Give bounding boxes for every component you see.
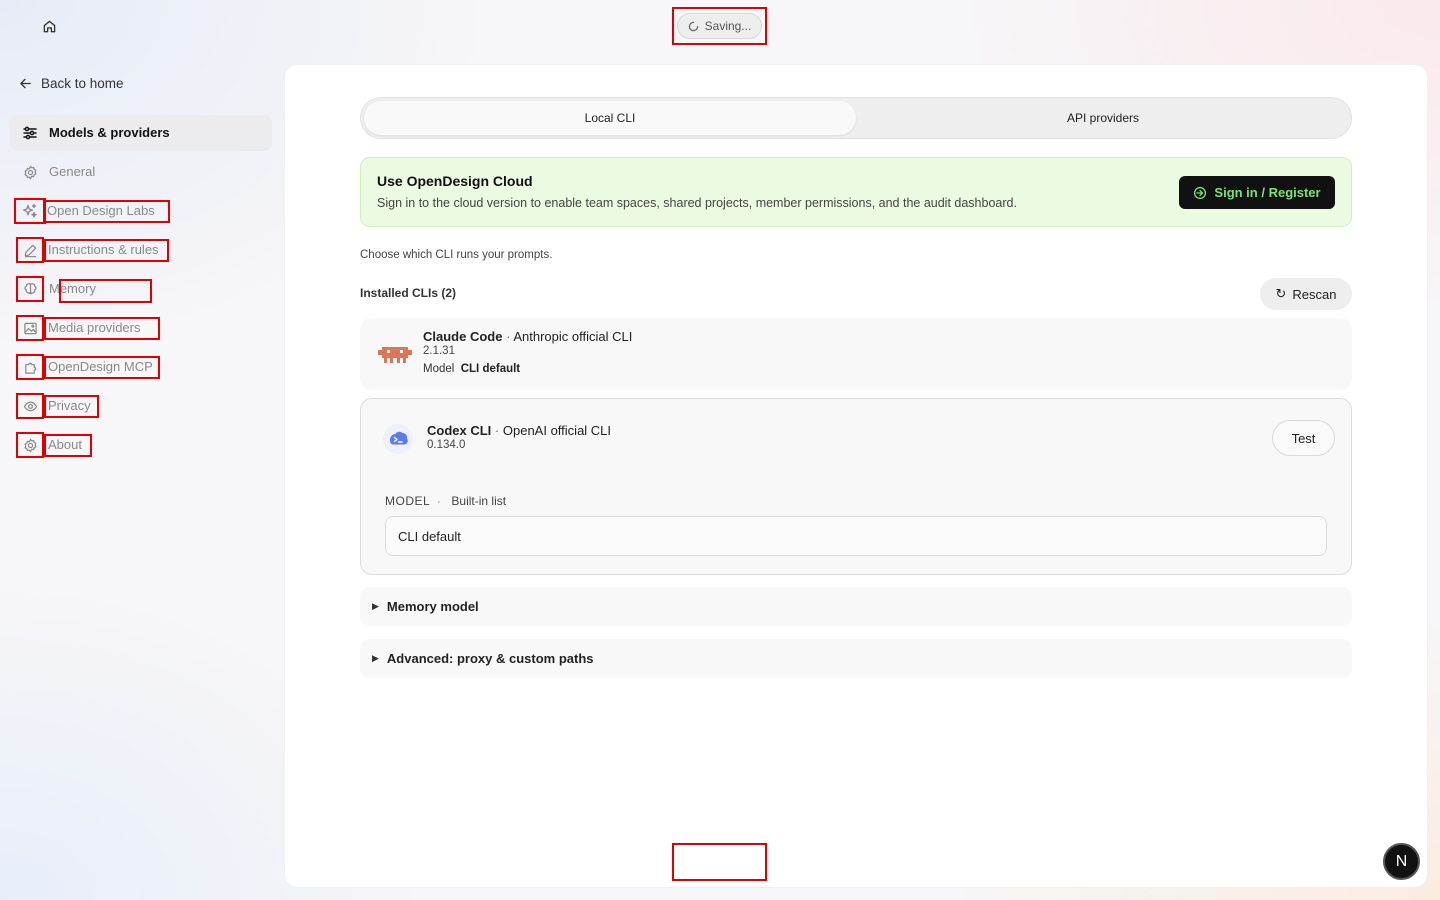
spinner-icon bbox=[688, 21, 698, 31]
cloud-banner-description: Sign in to the cloud version to enable t… bbox=[377, 196, 1017, 210]
cli-title: Codex CLI · OpenAI official CLI bbox=[427, 423, 612, 438]
sidebar-item-models-providers[interactable]: Models & providers bbox=[10, 115, 272, 151]
sign-in-register-button[interactable]: Sign in / Register bbox=[1179, 176, 1335, 209]
cli-card-codex[interactable]: Codex CLI · OpenAI official CLI 0.134.0 … bbox=[360, 398, 1352, 575]
gear-icon bbox=[19, 161, 41, 183]
cloud-banner: Use OpenDesign Cloud Sign in to the clou… bbox=[360, 157, 1352, 227]
sidebar-item-privacy[interactable]: Privacy bbox=[10, 388, 272, 424]
sidebar-item-media-providers[interactable]: Media providers bbox=[10, 310, 272, 346]
refresh-icon: ↻ bbox=[1275, 286, 1287, 301]
cli-description: OpenAI official CLI bbox=[502, 423, 612, 438]
tab-local-cli[interactable]: Local CLI bbox=[364, 101, 856, 135]
saving-status: Saving... bbox=[676, 13, 763, 39]
dev-tools-badge[interactable]: N bbox=[1383, 843, 1420, 880]
settings-panel: Local CLI API providers Use OpenDesign C… bbox=[285, 65, 1427, 887]
cli-name: Codex CLI bbox=[427, 423, 492, 438]
triangle-right-icon: ▶ bbox=[372, 653, 379, 663]
memory-label-highlight bbox=[59, 279, 152, 303]
codex-logo-icon bbox=[382, 423, 414, 460]
cli-title: Claude Code · Anthropic official CLI bbox=[423, 329, 633, 344]
claude-code-logo-icon bbox=[378, 344, 412, 369]
home-icon bbox=[43, 20, 55, 32]
cli-model-row: Model CLI default bbox=[423, 363, 520, 375]
cli-description: Anthropic official CLI bbox=[513, 329, 633, 344]
cli-version: 0.134.0 bbox=[427, 439, 466, 451]
triangle-right-icon: ▶ bbox=[372, 601, 379, 611]
rescan-label: Rescan bbox=[1292, 286, 1337, 302]
sparkles-icon bbox=[14, 198, 46, 224]
image-icon bbox=[16, 315, 44, 341]
cli-model-value: CLI default bbox=[460, 363, 521, 375]
home-button[interactable] bbox=[38, 15, 60, 37]
sidebar-item-label: OpenDesign MCP bbox=[44, 356, 160, 379]
bottom-highlight-box bbox=[672, 843, 767, 881]
back-to-home-label: Back to home bbox=[41, 75, 124, 91]
cli-model-key: Model bbox=[423, 363, 455, 375]
model-select[interactable]: CLI default bbox=[385, 516, 1327, 556]
sidebar-item-opendesign-mcp[interactable]: OpenDesign MCP bbox=[10, 349, 272, 385]
arrow-left-icon bbox=[20, 78, 31, 88]
cli-version: 2.1.31 bbox=[423, 345, 455, 357]
back-to-home-link[interactable]: Back to home bbox=[19, 73, 124, 93]
puzzle-icon bbox=[16, 354, 44, 380]
sliders-icon bbox=[19, 122, 41, 144]
saving-status-highlight: Saving... bbox=[672, 7, 767, 45]
sidebar-item-label: Models & providers bbox=[49, 125, 170, 140]
memory-model-label: Memory model bbox=[386, 599, 479, 614]
advanced-section-toggle[interactable]: ▶ Advanced: proxy & custom paths bbox=[360, 639, 1352, 678]
sidebar-item-label: About bbox=[44, 434, 92, 457]
cli-intro-text: Choose which CLI runs your prompts. bbox=[360, 249, 553, 261]
model-heading: MODEL · Built-in list bbox=[385, 494, 507, 508]
gear-icon bbox=[16, 432, 44, 458]
memory-model-section-toggle[interactable]: ▶ Memory model bbox=[360, 587, 1352, 626]
cli-name: Claude Code bbox=[423, 329, 503, 344]
sidebar-item-label: Open Design Labs bbox=[43, 200, 170, 223]
test-cli-button[interactable]: Test bbox=[1272, 420, 1335, 456]
cli-card-claude-code[interactable]: Claude Code · Anthropic official CLI 2.1… bbox=[360, 318, 1352, 390]
sidebar-item-general[interactable]: General bbox=[10, 154, 272, 190]
sidebar-item-open-design-labs[interactable]: Open Design Labs bbox=[10, 193, 272, 229]
eye-icon bbox=[16, 393, 44, 419]
pencil-icon bbox=[16, 237, 44, 263]
brain-icon bbox=[16, 276, 44, 302]
sign-in-register-label: Sign in / Register bbox=[1214, 185, 1321, 200]
advanced-label: Advanced: proxy & custom paths bbox=[386, 651, 594, 666]
sidebar-item-label: Instructions & rules bbox=[44, 239, 169, 262]
sidebar-item-label: General bbox=[49, 164, 96, 179]
model-source-label: Built-in list bbox=[451, 494, 507, 508]
installed-clis-label: Installed CLIs (2) bbox=[360, 286, 457, 300]
sign-in-icon bbox=[1194, 186, 1207, 199]
tab-bar: Local CLI API providers bbox=[360, 97, 1352, 139]
sidebar-item-label: Privacy bbox=[44, 395, 99, 418]
saving-label: Saving... bbox=[704, 19, 752, 33]
rescan-button[interactable]: ↻ Rescan bbox=[1260, 278, 1352, 310]
sidebar-item-instructions-rules[interactable]: Instructions & rules bbox=[10, 232, 272, 268]
tab-api-providers[interactable]: API providers bbox=[857, 101, 1349, 135]
model-heading-label: MODEL bbox=[385, 494, 430, 508]
sidebar-item-about[interactable]: About bbox=[10, 427, 272, 463]
sidebar-item-label: Media providers bbox=[44, 317, 160, 340]
cloud-banner-title: Use OpenDesign Cloud bbox=[377, 173, 533, 189]
